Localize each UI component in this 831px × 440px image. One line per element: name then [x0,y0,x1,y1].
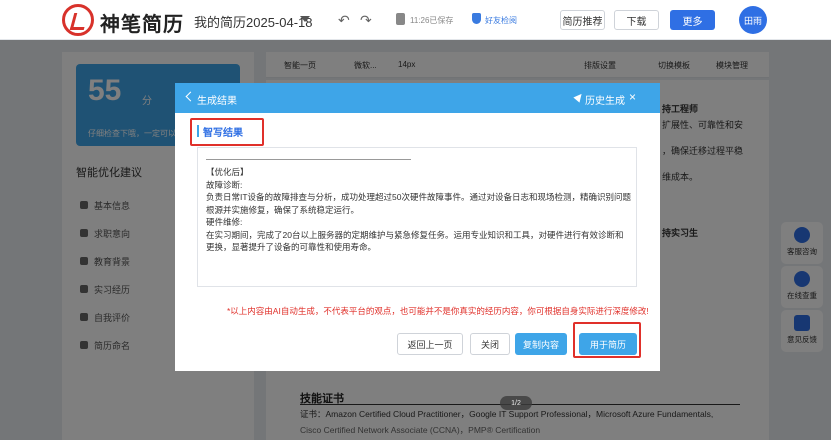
result-textarea[interactable]: 【优化后】 故障诊断: 负责日常IT设备的故障排查与分析，成功处理超过50次硬件… [197,147,637,287]
apply-to-resume-button[interactable]: 用于简历 [579,333,637,355]
generate-result-dialog: 生成结果 历史生成 × 智写结果 【优化后】 故障诊断: 负责日常IT设备的故障… [175,83,660,371]
result-text[interactable]: 【优化后】 故障诊断: 负责日常IT设备的故障排查与分析，成功处理超过50次硬件… [206,166,631,254]
back-button[interactable]: 返回上一页 [397,333,463,355]
redo-icon[interactable]: ↷ [360,12,372,29]
doc-title[interactable]: 我的简历2025-04-18 [194,12,313,31]
dialog-header: 生成结果 历史生成 × [175,83,660,113]
close-icon[interactable]: × [629,90,636,104]
download-button[interactable]: 下载 [614,10,659,30]
page-indicator: 1/2 [500,396,532,410]
friend-check-link[interactable]: 好友检阅 [485,15,517,26]
top-bar: 神笔简历 我的简历2025-04-18 ↶ ↷ 11:26已保存 好友检阅 简历… [0,0,831,40]
shield-icon [472,13,481,24]
close-button[interactable]: 关闭 [470,333,510,355]
logo-icon [62,4,94,36]
ai-disclaimer: *以上内容由AI自动生成，不代表平台的观点，也可能并不是你真实的经历内容，你可根… [227,306,649,316]
history-button[interactable]: 历史生成 [585,92,625,107]
brand-name: 神笔简历 [100,14,184,36]
chevron-left-icon[interactable] [185,91,196,102]
tab-indicator [197,125,199,137]
recommend-button[interactable]: 简历推荐 [560,10,605,30]
tab-smart-write[interactable]: 智写结果 [203,124,243,139]
undo-icon[interactable]: ↶ [338,12,350,29]
save-icon [396,13,405,25]
dialog-title[interactable]: 生成结果 [197,92,237,107]
chevron-down-icon[interactable] [300,16,310,22]
more-button[interactable]: 更多 [670,10,715,30]
send-icon [573,91,585,103]
copy-button[interactable]: 复制内容 [515,333,567,355]
avatar[interactable]: 田雨 [739,6,767,34]
save-status: 11:26已保存 [410,16,454,25]
result-divider [206,159,411,160]
